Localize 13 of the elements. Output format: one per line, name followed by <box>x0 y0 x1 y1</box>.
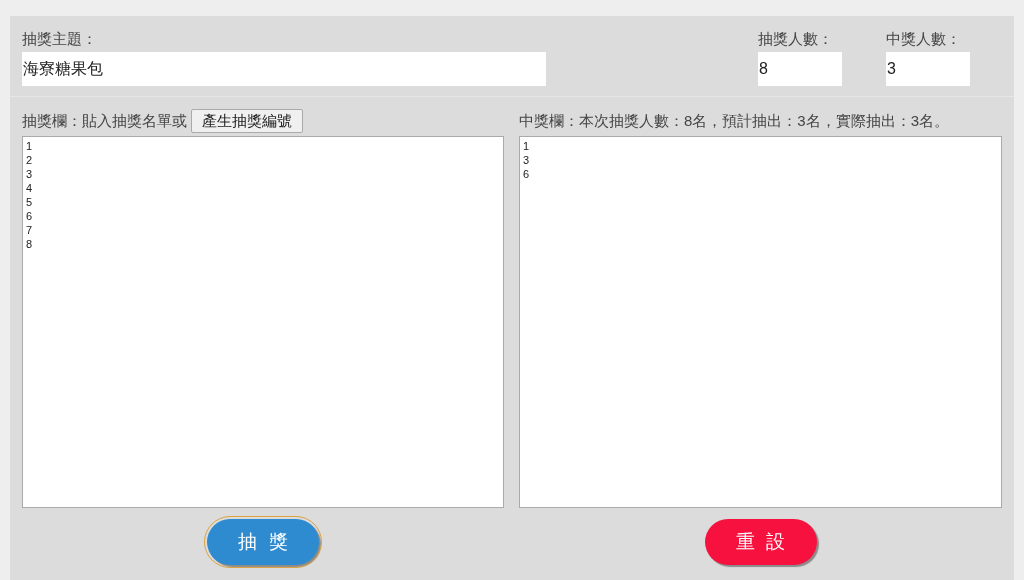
count-label: 中獎人數： <box>886 29 962 49</box>
winner-label: 中獎欄：本次抽獎人數：8名，預計抽出：3名，實際抽出：3名。 <box>519 110 950 131</box>
topic-label: 抽獎主題： <box>22 29 98 49</box>
count-label: 抽獎人數： <box>758 29 834 49</box>
entry-label: 抽獎欄：貼入抽獎名單或 <box>22 110 187 131</box>
entry-textarea[interactable]: 1 2 3 4 5 6 7 8 <box>22 136 504 508</box>
generate-numbers-button[interactable]: 產生抽獎編號 <box>191 109 303 133</box>
draw-button[interactable]: 抽獎 <box>207 519 319 565</box>
topic-input[interactable]: 海寮糖果包 <box>22 52 546 86</box>
count-input[interactable]: 8 <box>758 52 842 86</box>
winner-textarea[interactable]: 1 3 6 <box>519 136 1002 508</box>
count-input[interactable]: 3 <box>886 52 970 86</box>
reset-button[interactable]: 重設 <box>704 519 817 565</box>
